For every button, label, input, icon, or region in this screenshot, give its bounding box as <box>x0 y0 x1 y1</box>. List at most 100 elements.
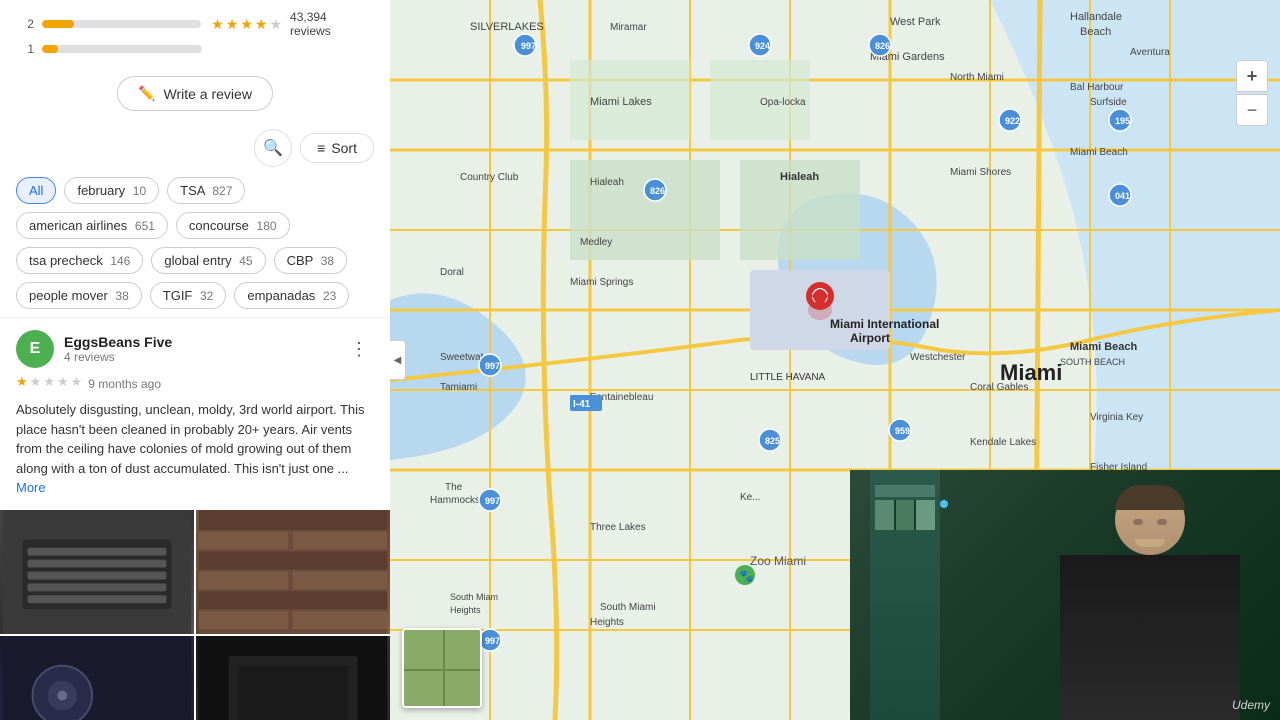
chip-concourse-label: concourse <box>189 218 249 233</box>
zoom-out-button[interactable]: − <box>1236 94 1268 126</box>
chip-tgif-count: 32 <box>200 289 213 303</box>
image-vent <box>0 510 194 634</box>
search-button[interactable]: 🔍 <box>254 129 292 167</box>
collapse-icon: ◀ <box>394 355 402 366</box>
chip-american-airlines-count: 651 <box>135 219 155 233</box>
svg-text:041: 041 <box>1115 191 1130 201</box>
svg-text:Medley: Medley <box>580 237 612 248</box>
more-options-button[interactable]: ⋮ <box>344 334 374 364</box>
pencil-icon: ✏️ <box>138 85 155 102</box>
svg-text:LITTLE HAVANA: LITTLE HAVANA <box>750 372 826 383</box>
star-5: ★ <box>269 16 282 33</box>
svg-text:Heights: Heights <box>450 605 481 615</box>
chip-tgif[interactable]: TGIF 32 <box>150 282 227 309</box>
chip-tsa-precheck-count: 146 <box>110 254 130 268</box>
star-1: ★ <box>211 16 224 33</box>
svg-text:Surfside: Surfside <box>1090 97 1127 108</box>
bar-fill-1 <box>42 45 58 53</box>
collapse-handle[interactable]: ◀ <box>390 340 406 380</box>
chip-tsa-precheck-label: tsa precheck <box>29 253 103 268</box>
svg-text:Hialeah: Hialeah <box>780 171 819 183</box>
write-review-button[interactable]: ✏️ Write a review <box>117 76 273 111</box>
sort-button[interactable]: ≡ Sort <box>300 133 374 163</box>
review-rating-row: ★ ★ ★ ★ ★ 9 months ago <box>16 374 374 394</box>
review-image-3[interactable] <box>0 636 194 720</box>
svg-text:South Miami: South Miami <box>600 602 656 613</box>
zoom-controls: + − <box>1236 60 1268 126</box>
svg-text:Beach: Beach <box>1080 26 1111 38</box>
svg-text:997: 997 <box>485 636 500 646</box>
chip-february-label: february <box>77 183 125 198</box>
chip-empanadas[interactable]: empanadas 23 <box>234 282 349 309</box>
reviewer-name[interactable]: EggsBeans Five <box>64 334 172 350</box>
svg-text:922: 922 <box>1005 116 1020 126</box>
svg-text:997: 997 <box>485 361 500 371</box>
review-image-2[interactable] <box>196 510 390 634</box>
more-link[interactable]: More <box>16 480 46 495</box>
reviewer-info: EggsBeans Five 4 reviews <box>64 334 172 364</box>
svg-text:826: 826 <box>650 186 665 196</box>
review-images <box>0 510 390 720</box>
svg-text:Kendale Lakes: Kendale Lakes <box>970 437 1036 448</box>
svg-text:825: 825 <box>765 436 780 446</box>
avatar-letter: E <box>30 340 41 358</box>
svg-text:Miramar: Miramar <box>610 22 647 33</box>
svg-text:Miami: Miami <box>1000 360 1062 385</box>
svg-text:Hammocks: Hammocks <box>430 495 480 506</box>
chip-february[interactable]: february 10 <box>64 177 159 204</box>
review-date: 9 months ago <box>88 377 161 391</box>
svg-text:Three Lakes: Three Lakes <box>590 522 646 533</box>
svg-text:Hallandale: Hallandale <box>1070 11 1122 23</box>
mouth-area <box>1135 539 1165 547</box>
review-star-2: ★ <box>30 374 42 390</box>
chip-global-entry[interactable]: global entry 45 <box>151 247 265 274</box>
svg-text:I-41: I-41 <box>573 399 591 410</box>
map-thumbnail-inner <box>404 630 480 706</box>
sort-icon: ≡ <box>317 140 325 156</box>
svg-text:SILVERLAKES: SILVERLAKES <box>470 21 544 33</box>
search-sort-bar: 🔍 ≡ Sort <box>0 123 390 177</box>
rating-bars: 2 ★ ★ ★ ★ ★ 43,394 reviews 1 <box>0 0 390 68</box>
svg-text:Aventura: Aventura <box>1130 47 1170 58</box>
svg-text:Airport: Airport <box>850 331 890 345</box>
chip-cbp-label: CBP <box>287 253 314 268</box>
chip-all[interactable]: All <box>16 177 56 204</box>
zoom-in-button[interactable]: + <box>1236 60 1268 92</box>
review-image-1[interactable] <box>0 510 194 634</box>
book-2 <box>896 500 915 530</box>
star-4: ★ <box>255 16 268 33</box>
chip-people-mover[interactable]: people mover 38 <box>16 282 142 309</box>
chip-concourse-count: 180 <box>257 219 277 233</box>
chip-cbp[interactable]: CBP 38 <box>274 247 347 274</box>
review-image-4[interactable] <box>196 636 390 720</box>
svg-text:Doral: Doral <box>440 267 464 278</box>
map-area[interactable]: SILVERLAKES Miramar West Park Hallandale… <box>390 0 1280 720</box>
chip-tsa[interactable]: TSA 827 <box>167 177 245 204</box>
svg-text:959: 959 <box>895 426 910 436</box>
svg-text:Hialeah: Hialeah <box>590 177 624 188</box>
star-2: ★ <box>226 16 239 33</box>
eye-right <box>1157 519 1167 525</box>
chip-concourse[interactable]: concourse 180 <box>176 212 290 239</box>
svg-text:Ke...: Ke... <box>740 492 761 503</box>
bar-fill-2 <box>42 20 74 28</box>
image-ceiling <box>0 636 194 720</box>
map-thumbnail[interactable] <box>402 628 482 708</box>
chip-global-entry-count: 45 <box>239 254 252 268</box>
bar-track-2 <box>42 20 201 28</box>
book-1 <box>875 500 894 530</box>
person-head <box>1115 485 1185 555</box>
bar-label-2: 2 <box>20 17 34 31</box>
svg-text:Miami Beach: Miami Beach <box>1070 147 1128 158</box>
svg-text:Bal Harbour: Bal Harbour <box>1070 82 1124 93</box>
svg-text:Opa-locka: Opa-locka <box>760 97 806 108</box>
svg-text:997: 997 <box>521 41 536 51</box>
person-body <box>1060 555 1240 720</box>
review-count: 43,394 reviews <box>290 10 370 38</box>
svg-text:Heights: Heights <box>590 617 624 628</box>
chip-tsa-precheck[interactable]: tsa precheck 146 <box>16 247 143 274</box>
search-icon: 🔍 <box>263 138 283 158</box>
svg-text:826: 826 <box>875 41 890 51</box>
review-text: Absolutely disgusting, unclean, moldy, 3… <box>16 400 374 498</box>
chip-american-airlines[interactable]: american airlines 651 <box>16 212 168 239</box>
